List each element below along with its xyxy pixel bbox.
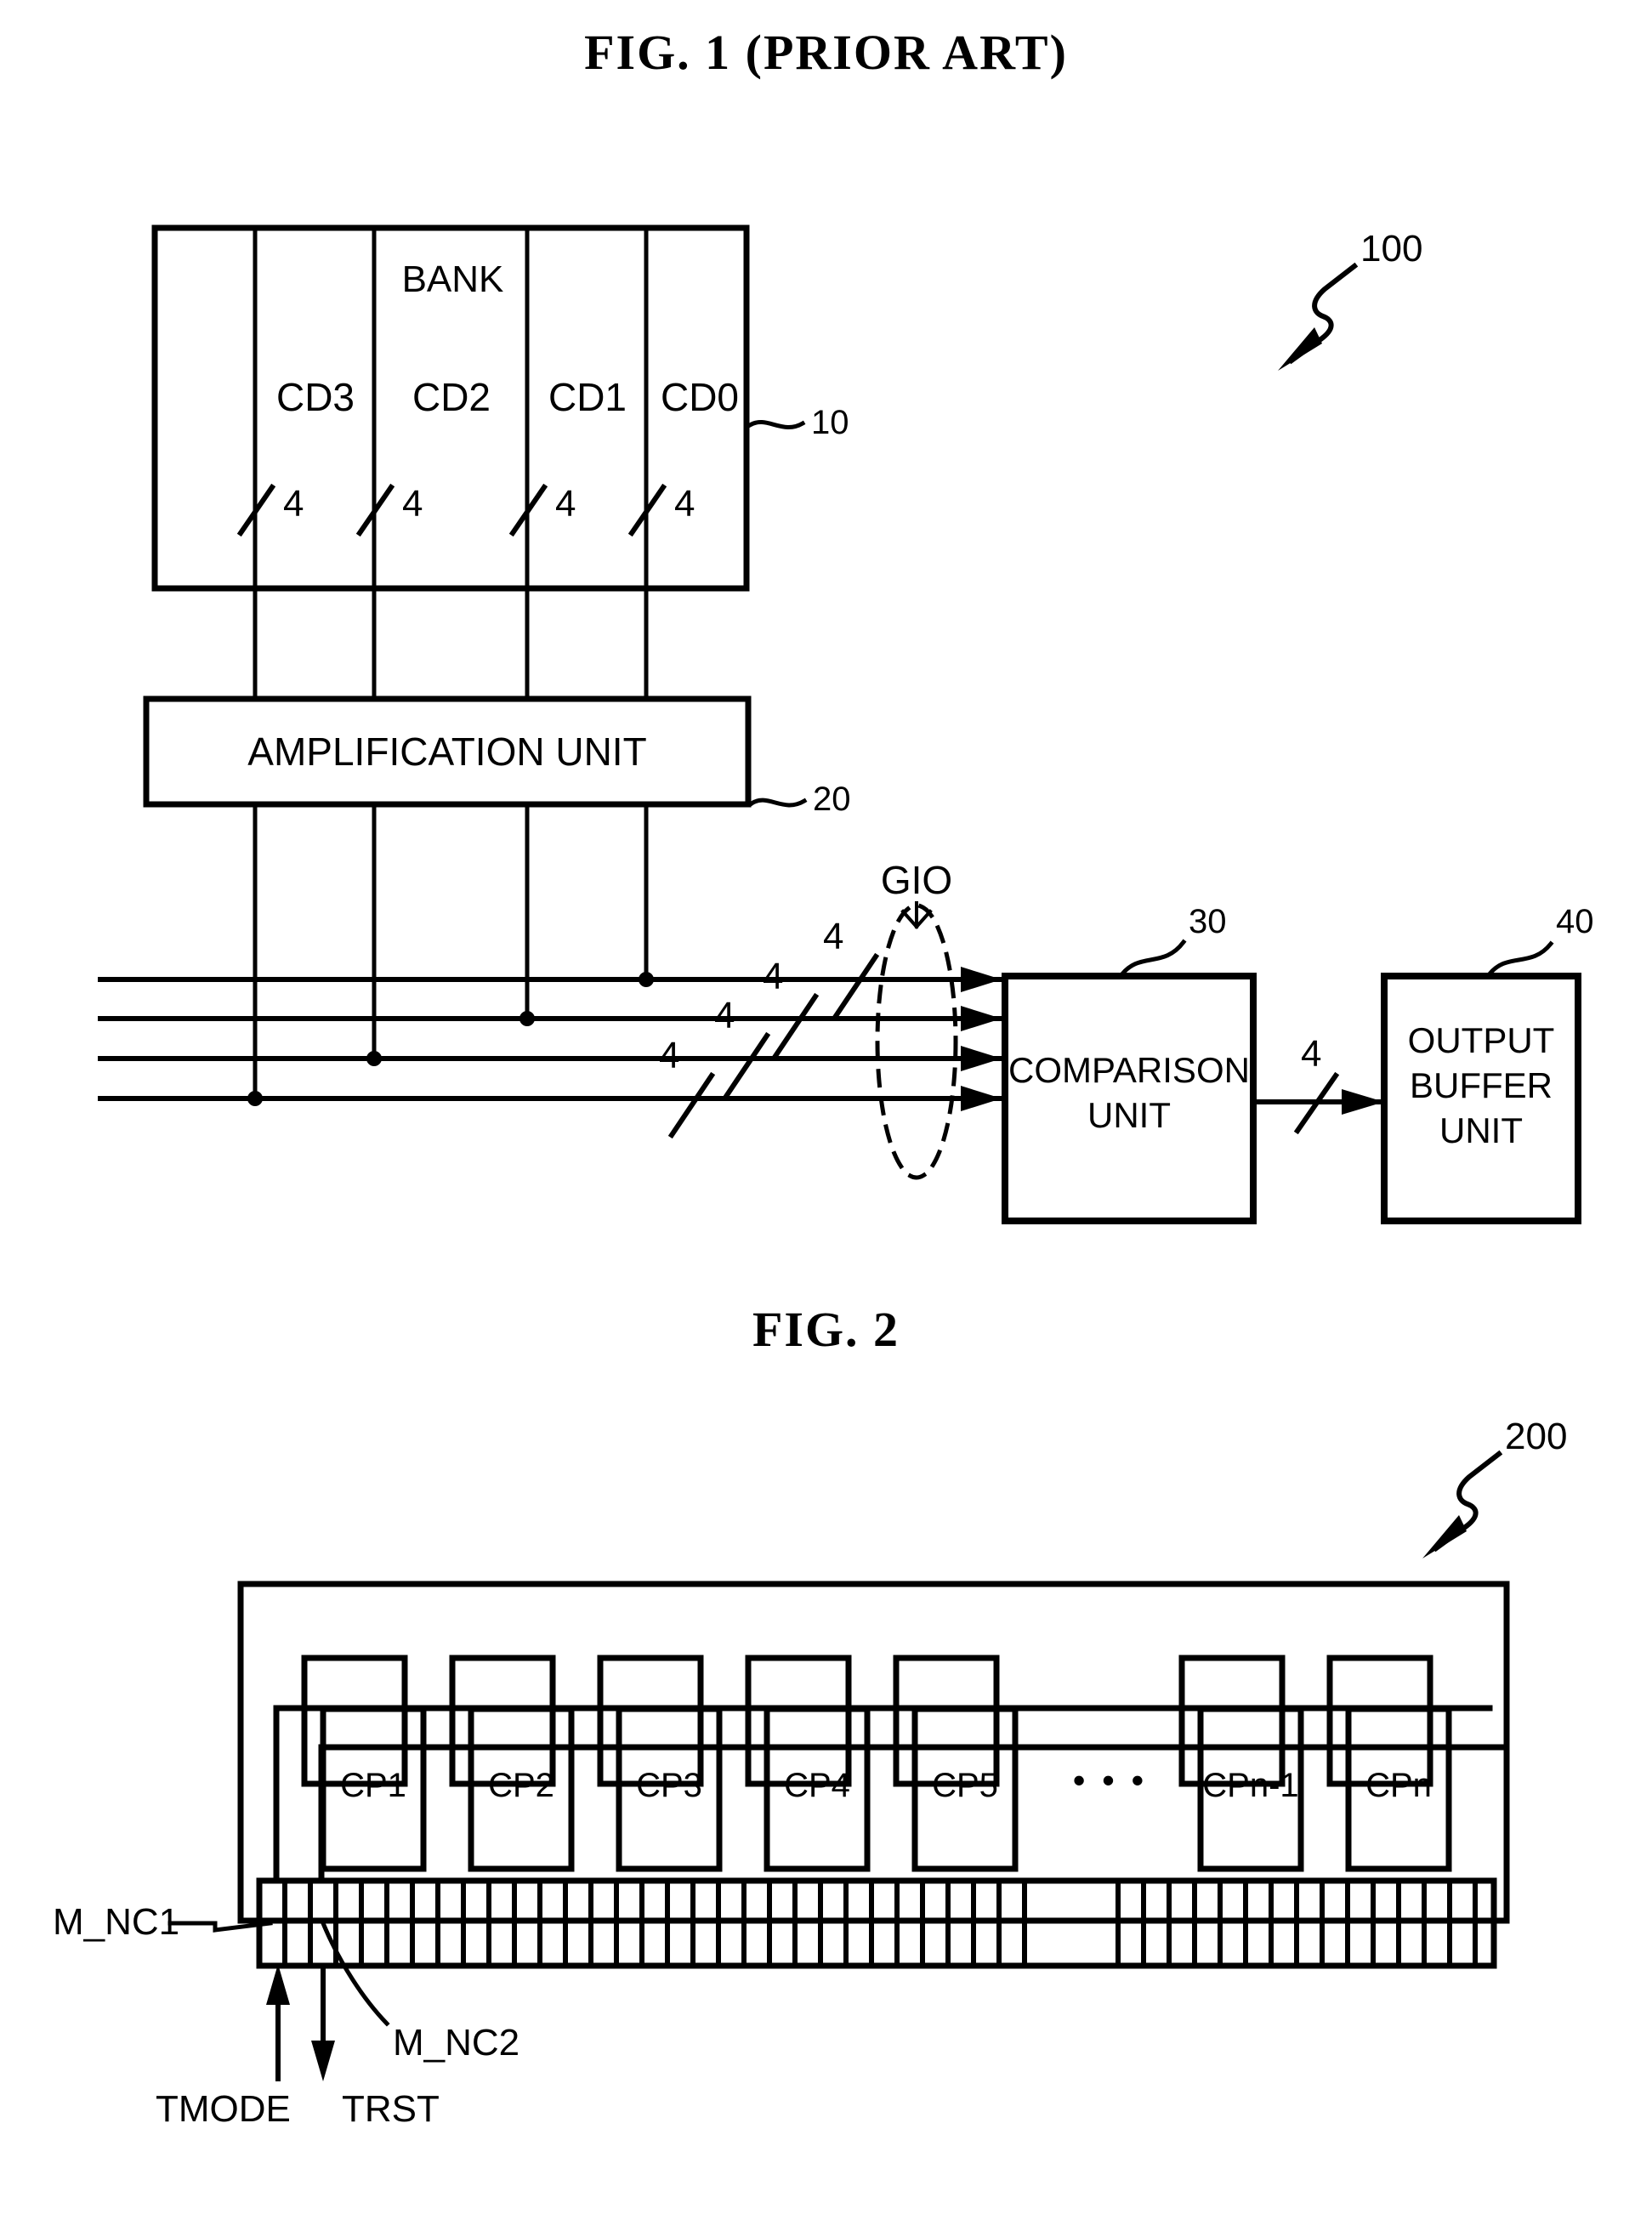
cp-block-label-5: CP5 [932,1767,998,1804]
comparison-unit-label-line2: UNIT [1087,1095,1171,1135]
cp-tab-7 [1326,1655,1433,1787]
gio-arrowhead-3 [961,1046,1002,1071]
m-nc1-label: M_NC1 [53,1901,180,1943]
comparison-unit-ref-number: 30 [1189,903,1227,940]
bank-column-cd1: CD1 [548,375,627,419]
cp-block-label-3: CP3 [636,1767,702,1804]
comparison-ref-leader [1117,939,1187,979]
gio-arrowhead-2 [961,1006,1002,1031]
gio-width-1: 4 [823,916,844,957]
output-buffer-label-line3: UNIT [1439,1110,1523,1150]
bank-column-cd0: CD0 [660,375,740,419]
junction-dot-cd0 [639,972,654,987]
output-bus-width: 4 [1301,1033,1322,1075]
trst-label: TRST [342,2088,440,2130]
bank-bus-width-cd0: 4 [674,483,695,525]
cp-block-label-7: CPn [1365,1767,1432,1804]
gio-slash-3 [723,1031,771,1099]
tmode-arrowhead [266,1964,290,2005]
junction-dot-cd1 [519,1011,535,1026]
gio-width-2: 4 [763,956,784,997]
gio-slash-1 [832,952,880,1020]
bank-ref-number: 10 [811,404,849,441]
gio-width-4: 4 [659,1035,680,1076]
comparison-unit-label-line1: COMPARISON [1008,1050,1250,1090]
cp-block-label-1: CP1 [340,1767,406,1804]
junction-dot-cd2 [366,1051,382,1066]
gio-label-leader [900,901,933,929]
output-bus-arrowhead [1342,1089,1384,1115]
bank-bus-width-cd2: 4 [402,483,423,525]
cp-block-label-2: CP2 [488,1767,554,1804]
amplification-unit-ref-number: 20 [813,781,851,818]
cp-tab-6 [1178,1655,1286,1787]
output-buffer-ref-number: 40 [1556,903,1594,940]
cp-tab-4 [745,1655,852,1787]
gio-width-3: 4 [714,995,735,1036]
amplification-unit-label: AMPLIFICATION UNIT [247,729,647,774]
gio-bus-label: GIO [880,858,953,902]
bank-bus-width-cd3: 4 [283,483,304,525]
amplification-ref-leader [748,798,808,808]
output-buffer-ref-leader [1485,940,1554,979]
tmode-label: TMODE [156,2088,291,2130]
gio-slash-2 [771,992,820,1060]
cp-tab-5 [893,1655,1000,1787]
gio-arrowhead-4 [961,1086,1002,1111]
output-buffer-label-line2: BUFFER [1410,1065,1553,1105]
fig2-system-ref-number: 200 [1505,1416,1568,1457]
output-buffer-label-line1: OUTPUT [1407,1020,1555,1060]
m-nc2-label: M_NC2 [393,2022,520,2064]
bank-bus-width-cd1: 4 [555,483,576,525]
fig1-system-ref-number: 100 [1360,228,1423,270]
system-200-arrowhead [1422,1515,1467,1558]
gio-ellipse [875,903,958,1180]
bank-column-cd2: CD2 [412,375,491,419]
cp-block-label-6: CPn-1 [1202,1767,1299,1804]
patent-drawing-sheet: FIG. 1 (PRIOR ART) FIG. 2 BANK CD3 CD2 C… [0,0,1652,2231]
bank-ref-leader [747,420,806,429]
m-nc1-leader [167,1921,273,1933]
chip-outer-box [237,1581,1510,1924]
gio-arrowhead-1 [961,967,1002,992]
trst-arrowhead [311,2041,335,2081]
cp-block-label-4: CP4 [784,1767,850,1804]
cp-tab-2 [449,1655,556,1787]
bank-label: BANK [401,258,504,300]
cp-tab-3 [597,1655,704,1787]
cp-ellipsis: • • • [1072,1760,1148,1800]
gio-slash-4 [667,1071,716,1139]
system-100-arrowhead [1278,327,1322,371]
junction-dot-cd3 [247,1091,263,1106]
bank-column-cd3: CD3 [275,375,355,419]
m-nc2-leader [320,1920,390,2027]
